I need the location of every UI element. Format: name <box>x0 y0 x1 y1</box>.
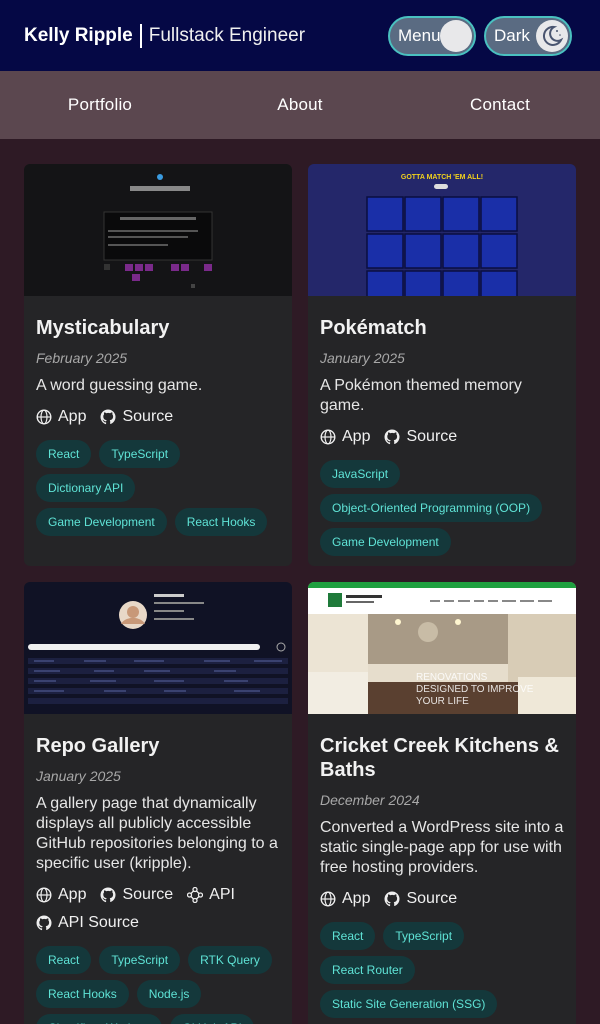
project-card-pokematch: GOTTA MATCH 'EM ALL! Pokématch January 2… <box>308 164 576 566</box>
app-link-label: App <box>342 890 371 907</box>
api-link-label: API <box>209 886 235 903</box>
project-description: A Pokémon themed memory game. <box>320 377 522 414</box>
project-date: December 2024 <box>320 792 420 808</box>
tech-tag: Node.js <box>136 980 202 1008</box>
moon-icon <box>536 20 568 52</box>
brand[interactable]: Kelly Ripple Fullstack Engineer <box>24 23 306 48</box>
source-link-label: Source <box>406 428 458 445</box>
globe-icon <box>36 887 52 903</box>
github-icon <box>36 915 52 931</box>
project-description: A gallery page that dynamically displays… <box>36 795 278 872</box>
tech-tag: Game Development <box>320 528 451 556</box>
github-icon <box>384 891 400 907</box>
globe-icon <box>320 429 336 445</box>
source-link-label: Source <box>406 890 458 907</box>
project-card-cricket-creek: RENOVATIONS DESIGNED TO IMPROVE YOUR LIF… <box>308 582 576 1024</box>
project-thumbnail[interactable] <box>24 164 292 296</box>
tech-tag: React <box>320 922 376 950</box>
tech-tag: Dictionary API <box>36 474 136 502</box>
app-link-label: App <box>58 886 87 903</box>
brand-role: Fullstack Engineer <box>148 24 306 46</box>
github-icon <box>100 409 116 425</box>
app-link[interactable]: App <box>36 884 86 906</box>
dark-mode-toggle[interactable]: Dark <box>484 16 572 56</box>
source-link-label: Source <box>122 886 174 903</box>
project-date: January 2025 <box>36 768 121 784</box>
tech-tag: TypeScript <box>383 922 465 950</box>
app-link[interactable]: App <box>320 426 370 448</box>
tech-tag: JavaScript <box>320 460 401 488</box>
project-card-repo-gallery: Repo Gallery January 2025 A gallery page… <box>24 582 292 1024</box>
tech-tag: GitHub API <box>170 1014 254 1024</box>
globe-icon <box>320 891 336 907</box>
project-title: Pokématch <box>320 317 427 339</box>
tech-tag: Object-Oriented Programming (OOP) <box>320 494 543 522</box>
project-card-mysticabulary: Mysticabulary February 2025 A word guess… <box>24 164 292 566</box>
tech-tag: RTK Query <box>188 946 272 974</box>
app-link-label: App <box>58 408 87 425</box>
tech-tag: Cloudflare Workers <box>36 1014 163 1024</box>
project-description: Converted a WordPress site into a static… <box>320 819 564 876</box>
tech-tag: TypeScript <box>99 440 181 468</box>
api-link[interactable]: API <box>187 884 235 906</box>
tech-tag: Game Development <box>36 508 167 536</box>
tech-tag: React Hooks <box>36 980 129 1008</box>
api-source-link-label: API Source <box>58 914 139 931</box>
tech-tag: TypeScript <box>99 946 181 974</box>
brand-name: Kelly Ripple <box>24 24 133 46</box>
project-thumbnail[interactable] <box>24 582 292 714</box>
source-link[interactable]: Source <box>384 426 457 448</box>
source-link[interactable]: Source <box>100 406 173 428</box>
project-title: Cricket Creek Kitchens & Baths <box>320 735 559 781</box>
app-link-label: App <box>342 428 371 445</box>
menu-toggle-knob <box>440 20 472 52</box>
main-nav: Portfolio About Contact <box>0 71 600 139</box>
source-link-label: Source <box>122 408 174 425</box>
api-icon <box>187 887 204 903</box>
api-source-link[interactable]: API Source <box>36 912 139 934</box>
github-icon <box>100 887 116 903</box>
tech-tag: React <box>36 946 92 974</box>
menu-toggle[interactable]: Menu <box>388 16 476 56</box>
project-thumbnail[interactable]: GOTTA MATCH 'EM ALL! <box>308 164 576 296</box>
project-date: February 2025 <box>36 350 128 366</box>
thumbnail-caption: GOTTA MATCH 'EM ALL! <box>401 174 483 181</box>
tech-tag: Static Site Generation (SSG) <box>320 990 498 1018</box>
brand-divider <box>139 23 142 48</box>
nav-portfolio[interactable]: Portfolio <box>0 95 200 115</box>
menu-toggle-label: Menu <box>398 26 441 45</box>
source-link[interactable]: Source <box>384 888 457 910</box>
globe-icon <box>36 409 52 425</box>
project-thumbnail[interactable]: RENOVATIONS DESIGNED TO IMPROVE YOUR LIF… <box>308 582 576 714</box>
tech-tag: React <box>36 440 92 468</box>
app-link[interactable]: App <box>320 888 370 910</box>
tech-tag: React Hooks <box>174 508 268 536</box>
tech-tag: React Router <box>320 956 415 984</box>
project-description: A word guessing game. <box>36 377 203 394</box>
project-date: January 2025 <box>320 350 405 366</box>
source-link[interactable]: Source <box>100 884 173 906</box>
app-link[interactable]: App <box>36 406 86 428</box>
site-header: Kelly Ripple Fullstack Engineer Menu Dar… <box>0 0 600 71</box>
github-icon <box>384 429 400 445</box>
dark-toggle-label: Dark <box>494 26 530 45</box>
project-title: Mysticabulary <box>36 317 170 339</box>
nav-about[interactable]: About <box>200 95 400 115</box>
nav-contact[interactable]: Contact <box>400 95 600 115</box>
project-title: Repo Gallery <box>36 735 160 757</box>
